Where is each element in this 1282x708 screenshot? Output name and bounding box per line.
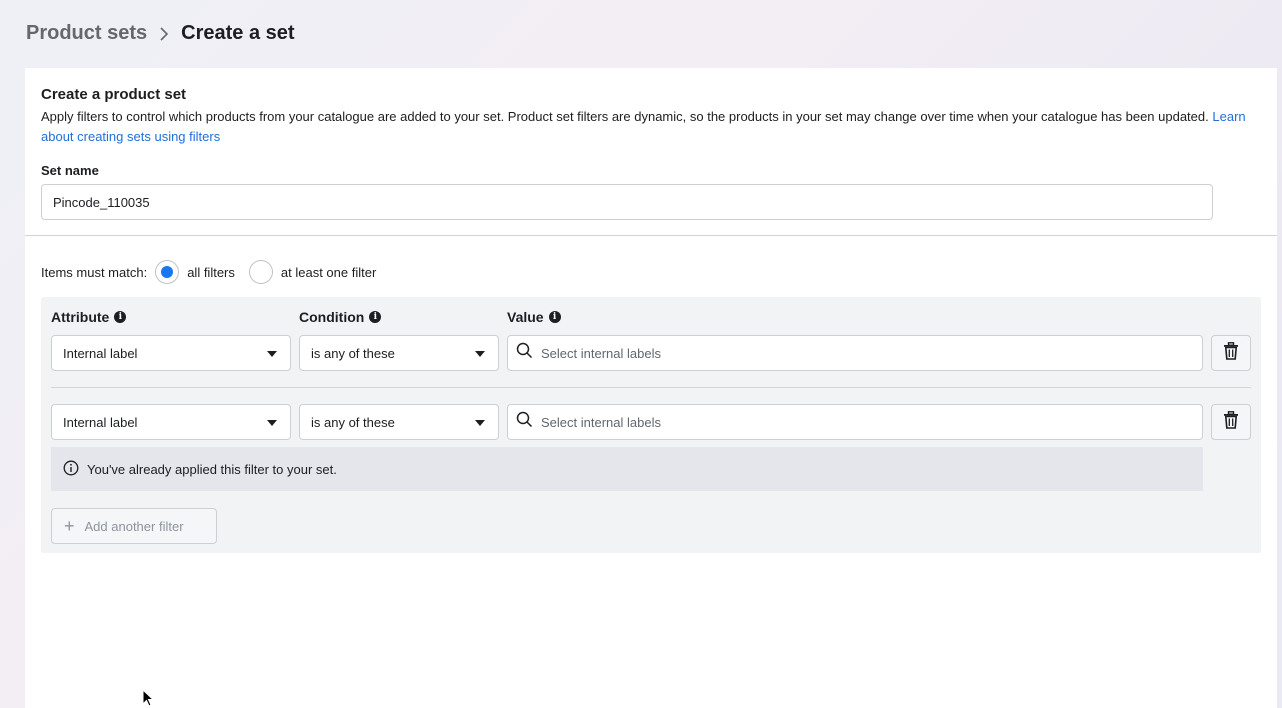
value-header: Value i	[507, 309, 561, 325]
radio-all-filters[interactable]	[155, 260, 180, 284]
condition-select-value: is any of these	[311, 414, 395, 430]
attribute-select-value: Internal label	[63, 345, 138, 361]
trash-icon	[1223, 410, 1239, 434]
radio-at-least-one-filter[interactable]	[248, 260, 273, 284]
value-header-label: Value	[507, 309, 544, 325]
breadcrumb-product-sets-link[interactable]: Product sets	[26, 22, 147, 45]
create-set-card: Create a product set Apply filters to co…	[25, 68, 1277, 708]
duplicate-filter-notice: You've already applied this filter to yo…	[51, 447, 1203, 491]
value-search-input[interactable]	[541, 345, 1141, 361]
delete-filter-button[interactable]	[1211, 404, 1251, 440]
caret-down-icon	[475, 351, 485, 357]
condition-header-label: Condition	[299, 309, 365, 325]
value-search-field[interactable]	[507, 404, 1203, 440]
add-filter-label: Add another filter	[84, 518, 184, 534]
attribute-select[interactable]: Internal label	[51, 404, 291, 440]
set-name-input[interactable]	[41, 184, 1213, 220]
attribute-header-label: Attribute	[51, 309, 110, 325]
value-search-input[interactable]	[541, 414, 1141, 430]
match-mode-row: Items must match: all filters at least o…	[41, 260, 390, 284]
attribute-select-value: Internal label	[63, 414, 138, 430]
search-icon	[516, 411, 533, 433]
info-icon[interactable]: i	[369, 311, 382, 323]
caret-down-icon	[267, 420, 277, 426]
notice-text: You've already applied this filter to yo…	[87, 461, 337, 477]
info-icon[interactable]: i	[548, 311, 561, 323]
add-another-filter-button[interactable]: + Add another filter	[51, 508, 217, 544]
delete-filter-button[interactable]	[1211, 335, 1251, 371]
radio-all-filters-label[interactable]: all filters	[187, 265, 235, 280]
condition-header: Condition i	[299, 309, 382, 325]
set-name-label: Set name	[41, 163, 99, 178]
section-description: Apply filters to control which products …	[41, 107, 1251, 147]
condition-select[interactable]: is any of these	[299, 404, 499, 440]
section-title: Create a product set	[41, 86, 187, 103]
value-search-field[interactable]	[507, 335, 1203, 371]
info-icon[interactable]: i	[114, 311, 127, 323]
search-icon	[516, 342, 533, 364]
caret-down-icon	[475, 420, 485, 426]
info-circle-icon	[63, 460, 79, 479]
attribute-header: Attribute i	[51, 309, 127, 325]
plus-icon: +	[64, 516, 75, 536]
attribute-select[interactable]: Internal label	[51, 335, 291, 371]
filters-panel: Attribute i Condition i Value i Internal…	[41, 297, 1261, 553]
chevron-right-icon	[159, 26, 169, 42]
set-details-section: Create a product set Apply filters to co…	[25, 68, 1277, 236]
row-divider	[51, 387, 1251, 388]
page-title: Create a set	[181, 22, 295, 44]
mouse-pointer-icon	[142, 688, 155, 708]
trash-icon	[1223, 341, 1239, 365]
match-mode-label: Items must match:	[41, 264, 148, 280]
condition-select[interactable]: is any of these	[299, 335, 499, 371]
breadcrumb: Product sets Create a set	[26, 22, 295, 45]
radio-at-least-one-filter-label[interactable]: at least one filter	[281, 265, 376, 280]
condition-select-value: is any of these	[311, 345, 395, 361]
radio-selected-dot	[161, 266, 174, 278]
caret-down-icon	[267, 351, 277, 357]
description-text: Apply filters to control which products …	[41, 109, 1209, 124]
